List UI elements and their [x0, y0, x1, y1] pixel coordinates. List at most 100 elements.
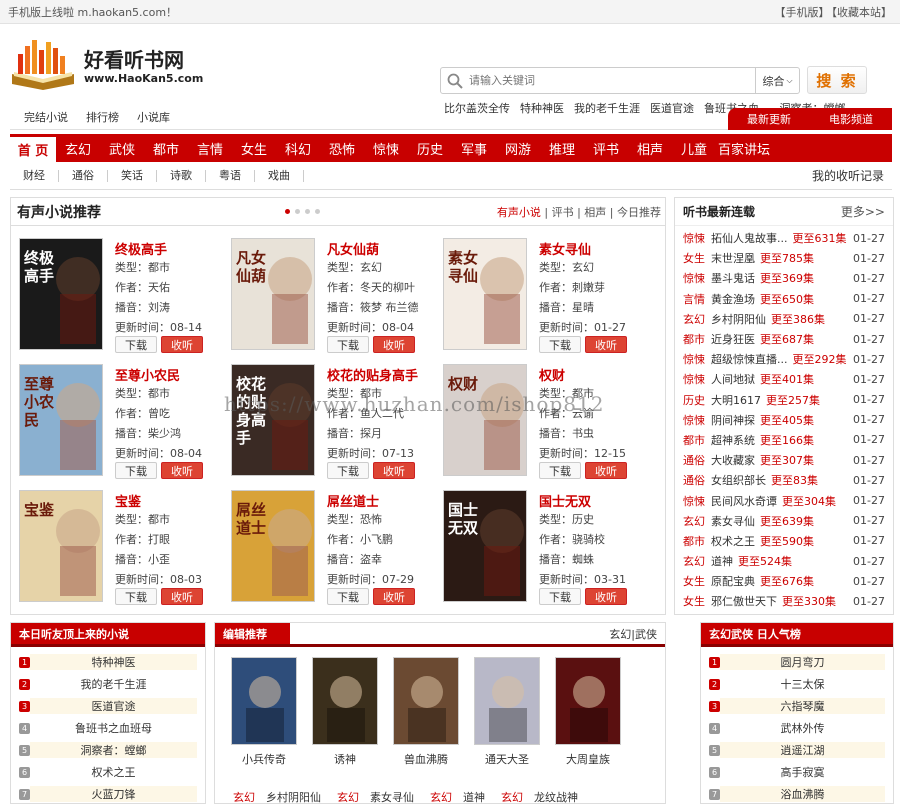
- book-card[interactable]: 国士无双 国士无双 类型：历史 作者：骁骑校 播音：蜘蛛 更新时间：03-31 下载 收听: [443, 490, 653, 608]
- rank-name[interactable]: 火蓝刀锋: [30, 786, 197, 802]
- latest-item[interactable]: 玄幻 素女寻仙 更至639集 01-27: [683, 511, 885, 531]
- latest-title-link[interactable]: 乡村阴阳仙: [711, 311, 766, 327]
- nav-item[interactable]: 女生: [232, 134, 276, 162]
- book-title[interactable]: 校花的贴身高手: [327, 365, 418, 384]
- rank-name[interactable]: 武林外传: [720, 720, 885, 736]
- latest-episode[interactable]: 更至524集: [738, 553, 792, 569]
- listen-button[interactable]: 收听: [373, 462, 415, 479]
- listen-button[interactable]: 收听: [585, 588, 627, 605]
- rank-item[interactable]: 1 圆月弯刀: [709, 651, 885, 673]
- book-title[interactable]: 屌丝道士: [327, 491, 379, 510]
- rank-name[interactable]: 逍遥江湖: [720, 742, 885, 758]
- latest-item[interactable]: 言情 黄金渔场 更至650集 01-27: [683, 289, 885, 309]
- rank-name[interactable]: 圆月弯刀: [720, 654, 885, 670]
- latest-category[interactable]: 女生: [683, 250, 711, 266]
- rank-item[interactable]: 3 六指琴魔: [709, 695, 885, 717]
- latest-category[interactable]: 言情: [683, 291, 711, 307]
- editor-book-name[interactable]: 小兵传奇: [231, 751, 297, 767]
- download-button[interactable]: 下载: [327, 588, 369, 605]
- latest-category[interactable]: 通俗: [683, 452, 711, 468]
- download-button[interactable]: 下载: [539, 336, 581, 353]
- latest-episode[interactable]: 更至401集: [760, 371, 814, 387]
- editor-book-name[interactable]: 诱神: [312, 751, 378, 767]
- rank-name[interactable]: 六指琴魔: [720, 698, 885, 714]
- latest-title-link[interactable]: 大明1617: [711, 392, 761, 408]
- latest-item[interactable]: 女生 原配宝典 更至676集 01-27: [683, 571, 885, 591]
- rec-link-novel[interactable]: 有声小说: [497, 206, 541, 219]
- nav-item[interactable]: 历史: [408, 134, 452, 162]
- download-button[interactable]: 下载: [327, 462, 369, 479]
- rank-name[interactable]: 我的老千生涯: [30, 676, 197, 692]
- editor-book-cover[interactable]: [474, 657, 540, 745]
- search-scope-select[interactable]: 综合 ⌵: [755, 68, 799, 93]
- editor-book[interactable]: 大周皇族: [555, 657, 621, 767]
- subnav-completed[interactable]: 完结小说: [24, 109, 68, 125]
- nav-item[interactable]: 首 页: [10, 134, 56, 162]
- download-button[interactable]: 下载: [327, 336, 369, 353]
- mobile-version-link[interactable]: 【手机版】: [775, 6, 830, 19]
- book-card[interactable]: 至尊小农民 至尊小农民 类型：都市 作者：曾吃 播音：柴少鸿 更新时间：08-04 下载 收听: [19, 364, 229, 482]
- rank-name[interactable]: 权术之王: [30, 764, 197, 780]
- nav-item[interactable]: 百家讲坛: [716, 134, 772, 162]
- latest-item[interactable]: 惊悚 墨斗鬼话 更至369集 01-27: [683, 268, 885, 288]
- nav-item[interactable]: 言情: [188, 134, 232, 162]
- subnav-library[interactable]: 小说库: [137, 109, 170, 125]
- latest-category[interactable]: 玄幻: [683, 553, 711, 569]
- search-button[interactable]: 搜 索: [807, 66, 867, 94]
- editor-book[interactable]: 兽血沸腾: [393, 657, 459, 767]
- rank-item[interactable]: 6 权术之王: [19, 761, 197, 783]
- cat-link[interactable]: 笑话: [108, 169, 157, 182]
- book-cover[interactable]: 国士无双: [443, 490, 527, 602]
- latest-title-link[interactable]: 女组织部长: [711, 472, 766, 488]
- nav-item[interactable]: 军事: [452, 134, 496, 162]
- latest-item[interactable]: 玄幻 道神 更至524集 01-27: [683, 551, 885, 571]
- rank-item[interactable]: 4 武林外传: [709, 717, 885, 739]
- latest-item[interactable]: 历史 大明1617 更至257集 01-27: [683, 390, 885, 410]
- editor-bottom-cat[interactable]: 玄幻: [233, 791, 255, 804]
- latest-episode[interactable]: 更至676集: [760, 573, 814, 589]
- latest-category[interactable]: 女生: [683, 593, 711, 609]
- latest-item[interactable]: 玄幻 乡村阴阳仙 更至386集 01-27: [683, 309, 885, 329]
- book-card[interactable]: 宝鉴 宝鉴 类型：都市 作者：打眼 播音：小歪 更新时间：08-03 下载 收听: [19, 490, 229, 608]
- book-title[interactable]: 凡女仙葫: [327, 239, 379, 258]
- nav-item[interactable]: 儿童: [672, 134, 716, 162]
- listen-button[interactable]: 收听: [585, 336, 627, 353]
- latest-title-link[interactable]: 超级惊悚直播...: [711, 351, 788, 367]
- rank-item[interactable]: 7 浴血沸腾: [709, 783, 885, 804]
- nav-item[interactable]: 网游: [496, 134, 540, 162]
- more-link[interactable]: 更多>>: [841, 203, 885, 220]
- rank-name[interactable]: 浴血沸腾: [720, 786, 885, 802]
- rank-item[interactable]: 3 医道官途: [19, 695, 197, 717]
- latest-item[interactable]: 通俗 女组织部长 更至83集 01-27: [683, 470, 885, 490]
- rank-item[interactable]: 2 十三太保: [709, 673, 885, 695]
- book-title[interactable]: 宝鉴: [115, 491, 141, 510]
- download-button[interactable]: 下载: [539, 588, 581, 605]
- latest-category[interactable]: 玄幻: [683, 311, 711, 327]
- rec-link-pingshu[interactable]: 评书: [552, 206, 574, 219]
- latest-category[interactable]: 通俗: [683, 472, 711, 488]
- editor-book-cover[interactable]: [555, 657, 621, 745]
- editor-bottom-name[interactable]: 道神: [463, 791, 485, 804]
- latest-episode[interactable]: 更至304集: [782, 493, 836, 509]
- latest-item[interactable]: 惊悚 人间地狱 更至401集 01-27: [683, 369, 885, 389]
- book-cover[interactable]: 权财: [443, 364, 527, 476]
- book-title[interactable]: 素女寻仙: [539, 239, 591, 258]
- listen-history-link[interactable]: 我的收听记录: [812, 167, 884, 184]
- latest-title-link[interactable]: 黄金渔场: [711, 291, 755, 307]
- cat-link[interactable]: 财经: [10, 169, 59, 182]
- editor-book-cover[interactable]: [312, 657, 378, 745]
- latest-episode[interactable]: 更至307集: [760, 452, 814, 468]
- latest-updates-link[interactable]: 最新更新: [747, 111, 791, 127]
- latest-episode[interactable]: 更至330集: [782, 593, 836, 609]
- book-cover[interactable]: 屌丝道士: [231, 490, 315, 602]
- editor-bottom-item[interactable]: 玄幻 乡村阴阳仙: [233, 789, 321, 804]
- carousel-dots[interactable]: [285, 209, 320, 214]
- nav-item[interactable]: 武侠: [100, 134, 144, 162]
- rank-item[interactable]: 4 鲁班书之血班母: [19, 717, 197, 739]
- editor-bottom-item[interactable]: 玄幻 龙纹战神: [501, 789, 578, 804]
- latest-episode[interactable]: 更至257集: [766, 392, 820, 408]
- book-cover[interactable]: 至尊小农民: [19, 364, 103, 476]
- cat-link[interactable]: 粤语: [206, 169, 255, 182]
- book-card[interactable]: 屌丝道士 屌丝道士 类型：恐怖 作者：小飞鹏 播音：盗幸 更新时间：07-29 下载 收听: [231, 490, 441, 608]
- latest-title-link[interactable]: 素女寻仙: [711, 513, 755, 529]
